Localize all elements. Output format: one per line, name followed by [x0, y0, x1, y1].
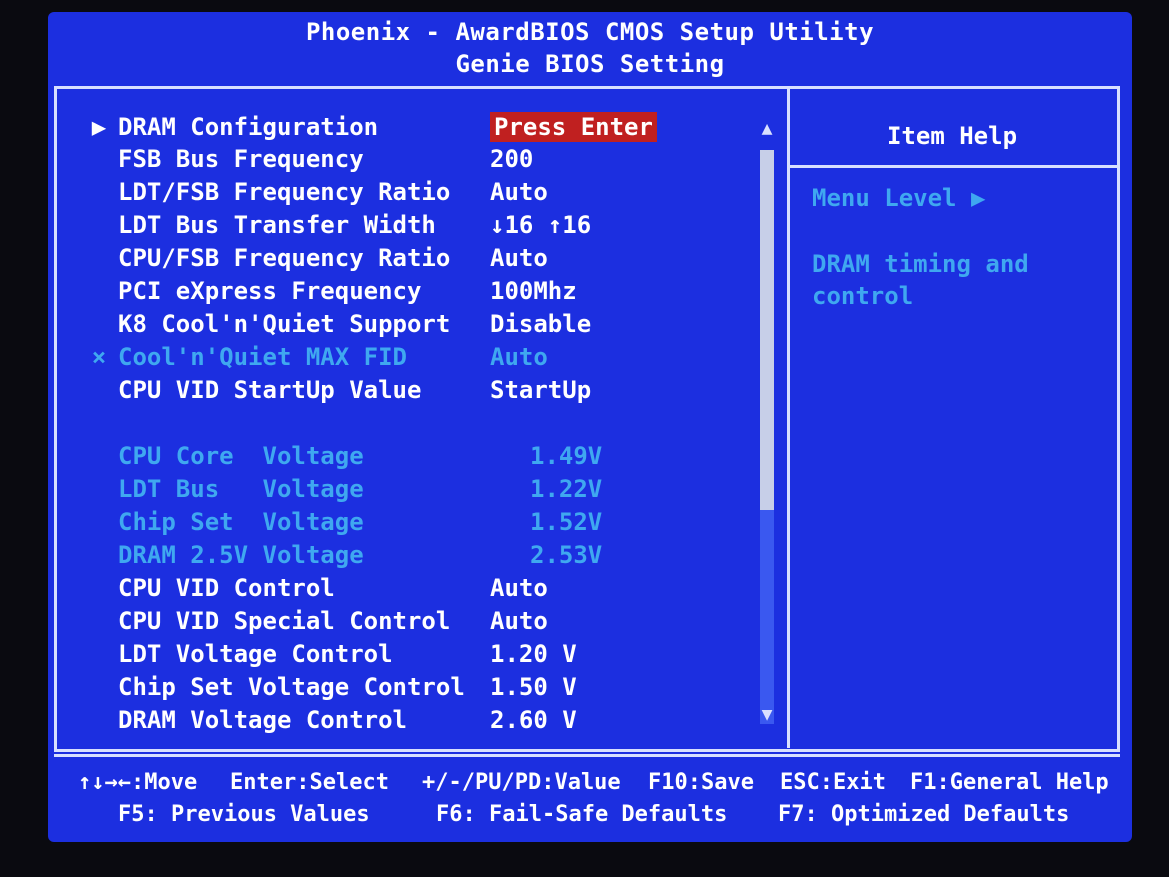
footer-exit: ESC:Exit [780, 770, 886, 795]
setting-row: × Cool'n'Quiet MAX FID Auto [48, 342, 748, 372]
submenu-arrow-icon: ▶ [91, 113, 107, 141]
setting-label: FSB Bus Frequency [118, 145, 364, 173]
setting-value[interactable]: 100Mhz [490, 276, 577, 306]
setting-value: Auto [490, 343, 548, 371]
setting-value[interactable]: 2.60 V [490, 705, 577, 735]
help-description-line-2: control [812, 282, 914, 310]
page-subtitle: Genie BIOS Setting [455, 50, 725, 78]
footer-fail-safe: F6: Fail-Safe Defaults [436, 802, 728, 827]
setting-row: LDT Bus Voltage 1.22V [48, 474, 748, 504]
setting-label: Cool'n'Quiet MAX FID [118, 343, 407, 371]
setting-label: PCI eXpress Frequency [118, 277, 422, 305]
setting-label: LDT Bus Transfer Width [118, 211, 436, 239]
scroll-down-arrow[interactable]: ▼ [756, 704, 778, 725]
setting-row[interactable]: K8 Cool'n'Quiet Support Disable [48, 309, 748, 339]
setting-label: CPU VID Control [118, 574, 335, 602]
item-help-title: Item Help [886, 122, 1018, 150]
setting-value: 1.52V [530, 508, 603, 536]
setting-label: DRAM Voltage Control [118, 706, 407, 734]
setting-row[interactable]: Chip Set Voltage Control 1.50 V [48, 672, 748, 702]
setting-row[interactable]: FSB Bus Frequency 200 [48, 144, 748, 174]
setting-value[interactable]: 1.20 V [490, 639, 577, 669]
setting-value[interactable]: Auto [490, 243, 548, 273]
setting-value[interactable]: 200 [490, 144, 533, 174]
help-description-line-1: DRAM timing and [812, 250, 1029, 278]
setting-row[interactable]: CPU VID Special Control Auto [48, 606, 748, 636]
setting-value: 1.22V [530, 475, 603, 503]
setting-label: CPU Core Voltage [118, 442, 364, 470]
setting-label: CPU VID Special Control [118, 607, 451, 635]
setting-label: CPU/FSB Frequency Ratio [118, 244, 451, 272]
footer-save: F10:Save [648, 770, 754, 795]
scrollbar-thumb[interactable] [760, 150, 774, 510]
setting-label: LDT Voltage Control [118, 640, 393, 668]
setting-row[interactable]: LDT Bus Transfer Width ↓16 ↑16 [48, 210, 748, 240]
setting-value[interactable]: Auto [490, 606, 548, 636]
setting-label: K8 Cool'n'Quiet Support [118, 310, 451, 338]
setting-label: DRAM Configuration [118, 113, 379, 141]
bios-screen: Phoenix - AwardBIOS CMOS Setup Utility G… [48, 12, 1132, 842]
setting-row[interactable]: DRAM Voltage Control 2.60 V [48, 705, 748, 735]
scroll-up-arrow[interactable]: ▲ [756, 118, 778, 139]
divider-vertical [787, 88, 790, 748]
footer-value: +/-/PU/PD:Value [422, 770, 621, 795]
setting-row[interactable]: ▶ DRAM Configuration Press Enter [48, 112, 748, 142]
setting-label: CPU VID StartUp Value [118, 376, 422, 404]
footer-previous-values: F5: Previous Values [118, 802, 370, 827]
setting-row: Chip Set Voltage 1.52V [48, 507, 748, 537]
setting-row[interactable]: CPU VID Control Auto [48, 573, 748, 603]
setting-label: DRAM 2.5V Voltage [118, 541, 364, 569]
setting-row: CPU Core Voltage 1.49V [48, 441, 748, 471]
page-title: Phoenix - AwardBIOS CMOS Setup Utility [305, 18, 875, 46]
footer-select: Enter:Select [230, 770, 389, 795]
setting-row[interactable]: PCI eXpress Frequency 100Mhz [48, 276, 748, 306]
setting-label: Chip Set Voltage [118, 508, 364, 536]
setting-value[interactable]: ↓16 ↑16 [490, 210, 591, 240]
setting-label: Chip Set Voltage Control [118, 673, 465, 701]
setting-value[interactable]: StartUp [490, 375, 591, 405]
footer-divider [54, 754, 1120, 757]
setting-value[interactable]: Press Enter [490, 112, 657, 142]
footer-general-help: F1:General Help [910, 770, 1109, 795]
disabled-mark-icon: × [91, 343, 107, 371]
setting-label: LDT/FSB Frequency Ratio [118, 178, 451, 206]
setting-value: 1.49V [530, 442, 603, 470]
setting-value: 2.53V [530, 541, 603, 569]
menu-level-text: Menu Level ▶ [812, 184, 986, 212]
setting-value[interactable]: 1.50 V [490, 672, 577, 702]
footer-move: ↑↓→←:Move [78, 770, 198, 795]
setting-value[interactable]: Auto [490, 177, 548, 207]
footer-optimized: F7: Optimized Defaults [778, 802, 1070, 827]
setting-value[interactable]: Auto [490, 573, 548, 603]
setting-value[interactable]: Disable [490, 309, 591, 339]
setting-row[interactable]: CPU/FSB Frequency Ratio Auto [48, 243, 748, 273]
setting-row[interactable]: CPU VID StartUp Value StartUp [48, 375, 748, 405]
setting-row[interactable]: LDT/FSB Frequency Ratio Auto [48, 177, 748, 207]
setting-label: LDT Bus Voltage [118, 475, 364, 503]
setting-row[interactable]: LDT Voltage Control 1.20 V [48, 639, 748, 669]
setting-row: DRAM 2.5V Voltage 2.53V [48, 540, 748, 570]
